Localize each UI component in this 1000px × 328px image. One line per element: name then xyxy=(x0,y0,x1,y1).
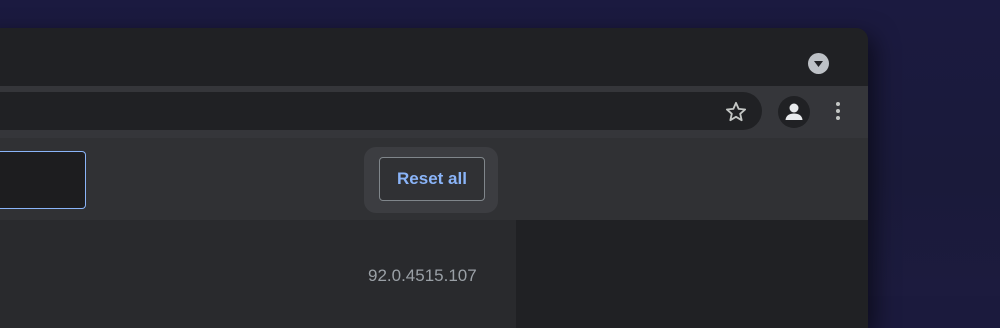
browser-toolbar xyxy=(0,86,868,138)
browser-window: Reset all 92.0.4515.107 xyxy=(0,28,868,328)
tab-search-button[interactable] xyxy=(808,53,829,74)
account-circle-icon xyxy=(785,103,803,120)
content-side-panel xyxy=(516,220,868,328)
profile-button[interactable] xyxy=(778,96,810,128)
reset-all-button[interactable]: Reset all xyxy=(379,157,485,201)
reset-container: Reset all xyxy=(364,147,498,213)
search-input[interactable] xyxy=(0,151,86,209)
more-vertical-icon xyxy=(836,102,840,106)
page-header: Reset all xyxy=(0,138,868,220)
bookmark-button[interactable] xyxy=(724,100,748,122)
chevron-down-icon xyxy=(814,60,823,67)
browser-menu-button[interactable] xyxy=(830,98,846,124)
address-bar[interactable] xyxy=(0,92,762,130)
content-main-column: 92.0.4515.107 xyxy=(0,220,516,328)
page-content: 92.0.4515.107 xyxy=(0,220,868,328)
version-label: 92.0.4515.107 xyxy=(368,266,477,285)
tab-strip xyxy=(0,28,868,86)
star-outline-icon xyxy=(725,101,747,121)
